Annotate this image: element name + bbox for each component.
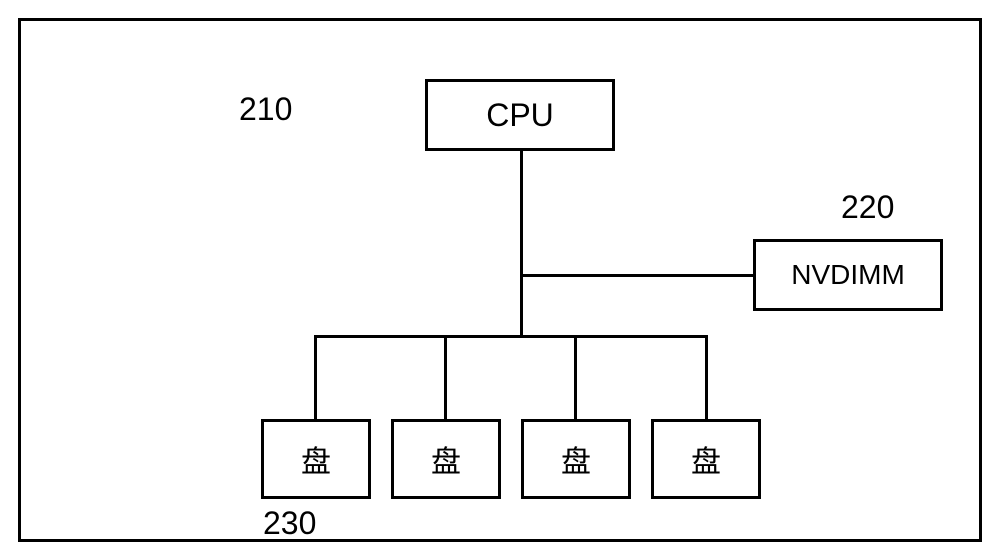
disk-label-1: 盘 bbox=[301, 437, 331, 481]
connector-cpu-down bbox=[520, 151, 523, 337]
cpu-block: CPU bbox=[425, 79, 615, 151]
connector-disk-drop-3 bbox=[574, 338, 577, 419]
label-220: 220 bbox=[841, 189, 894, 226]
connector-disk-drop-1 bbox=[314, 338, 317, 419]
diagram-frame: 210 220 230 CPU NVDIMM 盘 盘 盘 盘 bbox=[18, 18, 982, 542]
connector-disk-bus bbox=[314, 335, 708, 338]
nvdimm-block: NVDIMM bbox=[753, 239, 943, 311]
cpu-label: CPU bbox=[486, 97, 554, 134]
disk-block-1: 盘 bbox=[261, 419, 371, 499]
connector-to-nvdimm bbox=[523, 274, 753, 277]
label-230: 230 bbox=[263, 505, 316, 542]
disk-label-2: 盘 bbox=[431, 437, 461, 481]
disk-block-3: 盘 bbox=[521, 419, 631, 499]
nvdimm-label: NVDIMM bbox=[791, 259, 905, 291]
disk-label-3: 盘 bbox=[561, 437, 591, 481]
connector-disk-drop-4 bbox=[705, 338, 708, 419]
disk-block-2: 盘 bbox=[391, 419, 501, 499]
connector-disk-drop-2 bbox=[444, 338, 447, 419]
label-210: 210 bbox=[239, 91, 292, 128]
disk-block-4: 盘 bbox=[651, 419, 761, 499]
disk-label-4: 盘 bbox=[691, 437, 721, 481]
